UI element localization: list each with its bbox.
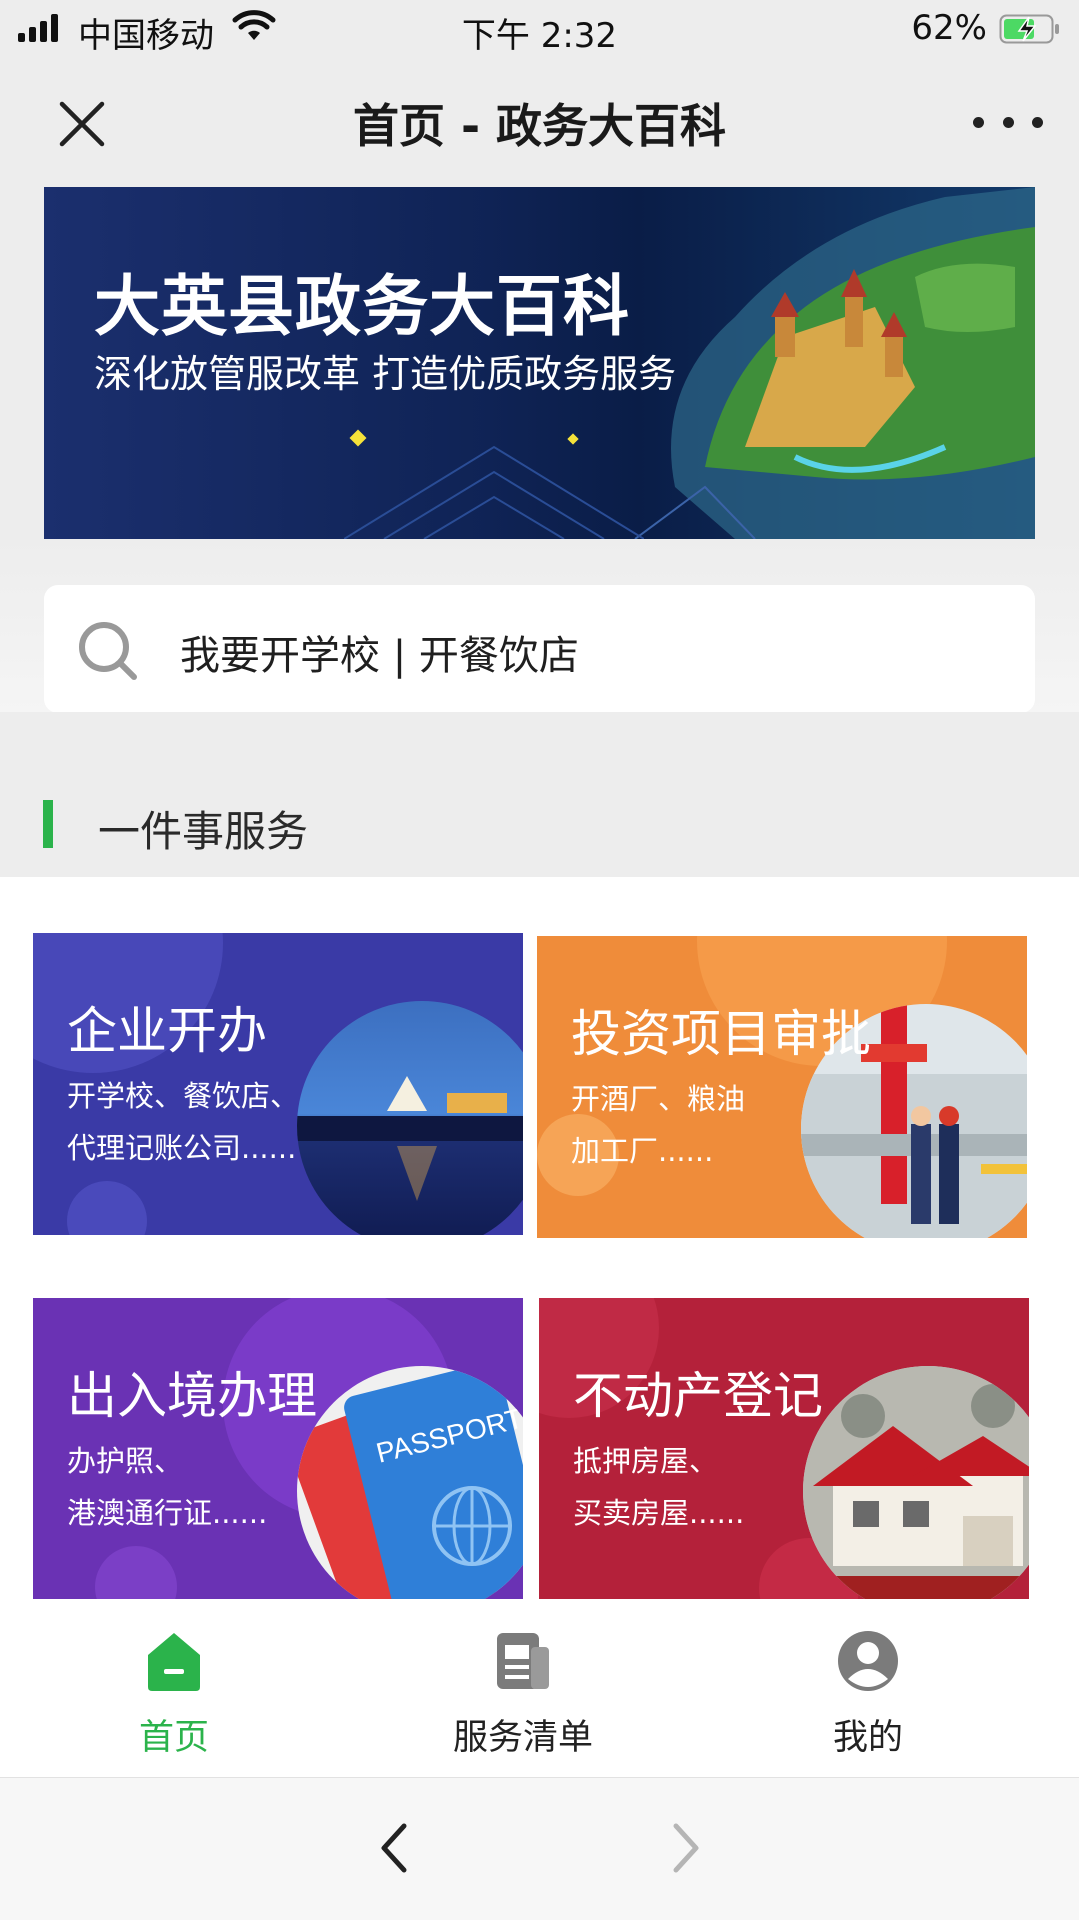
tab-service-list[interactable]: 服务清单 bbox=[343, 1599, 703, 1777]
status-bar: 中国移动 下午 2:32 62% bbox=[0, 0, 1079, 58]
house-photo bbox=[803, 1366, 1029, 1599]
card-description: 开酒厂、粮油 bbox=[571, 1082, 746, 1116]
banner-title: 大英县政务大百科 bbox=[94, 268, 630, 345]
hero-banner[interactable]: 大英县政务大百科 深化放管服改革 打造优质政务服务 bbox=[44, 187, 1035, 539]
card-title: 不动产登记 bbox=[573, 1367, 823, 1425]
card-title: 出入境办理 bbox=[67, 1367, 317, 1425]
more-options-button[interactable] bbox=[973, 102, 1043, 142]
search-placeholder: 我要开学校 | 开餐饮店 bbox=[180, 633, 579, 679]
battery-percent: 62% bbox=[911, 8, 987, 48]
island-illustration bbox=[634, 187, 1035, 539]
card-description: 代理记账公司...... bbox=[67, 1131, 297, 1165]
browser-navigation-bar bbox=[0, 1778, 1079, 1920]
card-title: 企业开办 bbox=[67, 1002, 267, 1060]
lake-photo bbox=[297, 1001, 523, 1235]
search-input[interactable]: 我要开学校 | 开餐饮店 bbox=[44, 585, 1035, 713]
home-icon bbox=[148, 1633, 200, 1691]
bottom-tab-bar: 首页 服务清单 我的 bbox=[0, 1599, 1079, 1778]
card-title: 投资项目审批 bbox=[571, 1005, 871, 1063]
banner-subtitle: 深化放管服改革 打造优质政务服务 bbox=[94, 352, 677, 396]
card-description: 港澳通行证...... bbox=[67, 1496, 268, 1530]
dot-icon bbox=[1002, 116, 1014, 128]
service-card-investment-approval[interactable]: 投资项目审批 开酒厂、粮油 加工厂...... bbox=[537, 936, 1027, 1238]
document-list-icon bbox=[497, 1633, 549, 1689]
card-description: 开学校、餐饮店、 bbox=[67, 1079, 300, 1113]
tab-label: 服务清单 bbox=[452, 1718, 593, 1758]
section-header: 一件事服务 bbox=[0, 712, 1079, 877]
tab-label: 我的 bbox=[832, 1718, 903, 1758]
tab-profile[interactable]: 我的 bbox=[688, 1599, 1048, 1777]
card-description: 加工厂...... bbox=[571, 1134, 714, 1168]
search-icon bbox=[79, 622, 137, 680]
card-description: 抵押房屋、 bbox=[573, 1444, 719, 1478]
title-bar: 首页 - 政务大百科 bbox=[0, 58, 1079, 182]
service-card-business-setup[interactable]: 企业开办 开学校、餐饮店、 代理记账公司...... bbox=[33, 933, 523, 1235]
battery-charging-icon bbox=[999, 14, 1059, 44]
dot-icon bbox=[1032, 116, 1043, 128]
search-section: 我要开学校 | 开餐饮店 bbox=[0, 540, 1079, 713]
service-card-real-estate[interactable]: 不动产登记 抵押房屋、 买卖房屋...... bbox=[539, 1298, 1029, 1599]
grid-decoration bbox=[344, 429, 644, 539]
section-accent-bar bbox=[43, 800, 53, 848]
back-arrow-icon[interactable] bbox=[366, 1818, 426, 1878]
forward-arrow-icon[interactable] bbox=[654, 1818, 714, 1878]
tab-home[interactable]: 首页 bbox=[0, 1599, 354, 1777]
page-title: 首页 - 政务大百科 bbox=[352, 99, 727, 153]
dot-icon bbox=[973, 116, 984, 128]
tab-label: 首页 bbox=[138, 1718, 209, 1758]
service-card-exit-entry[interactable]: PASSPORT 出入境办理 办护照、 港澳通行证...... bbox=[33, 1298, 523, 1599]
section-title: 一件事服务 bbox=[98, 807, 309, 856]
user-icon bbox=[838, 1631, 898, 1691]
service-grid: 企业开办 开学校、餐饮店、 代理记账公司...... 投资项目审批 开酒厂、粮油… bbox=[0, 877, 1079, 1599]
card-description: 办护照、 bbox=[67, 1444, 184, 1478]
card-description: 买卖房屋...... bbox=[573, 1496, 745, 1530]
